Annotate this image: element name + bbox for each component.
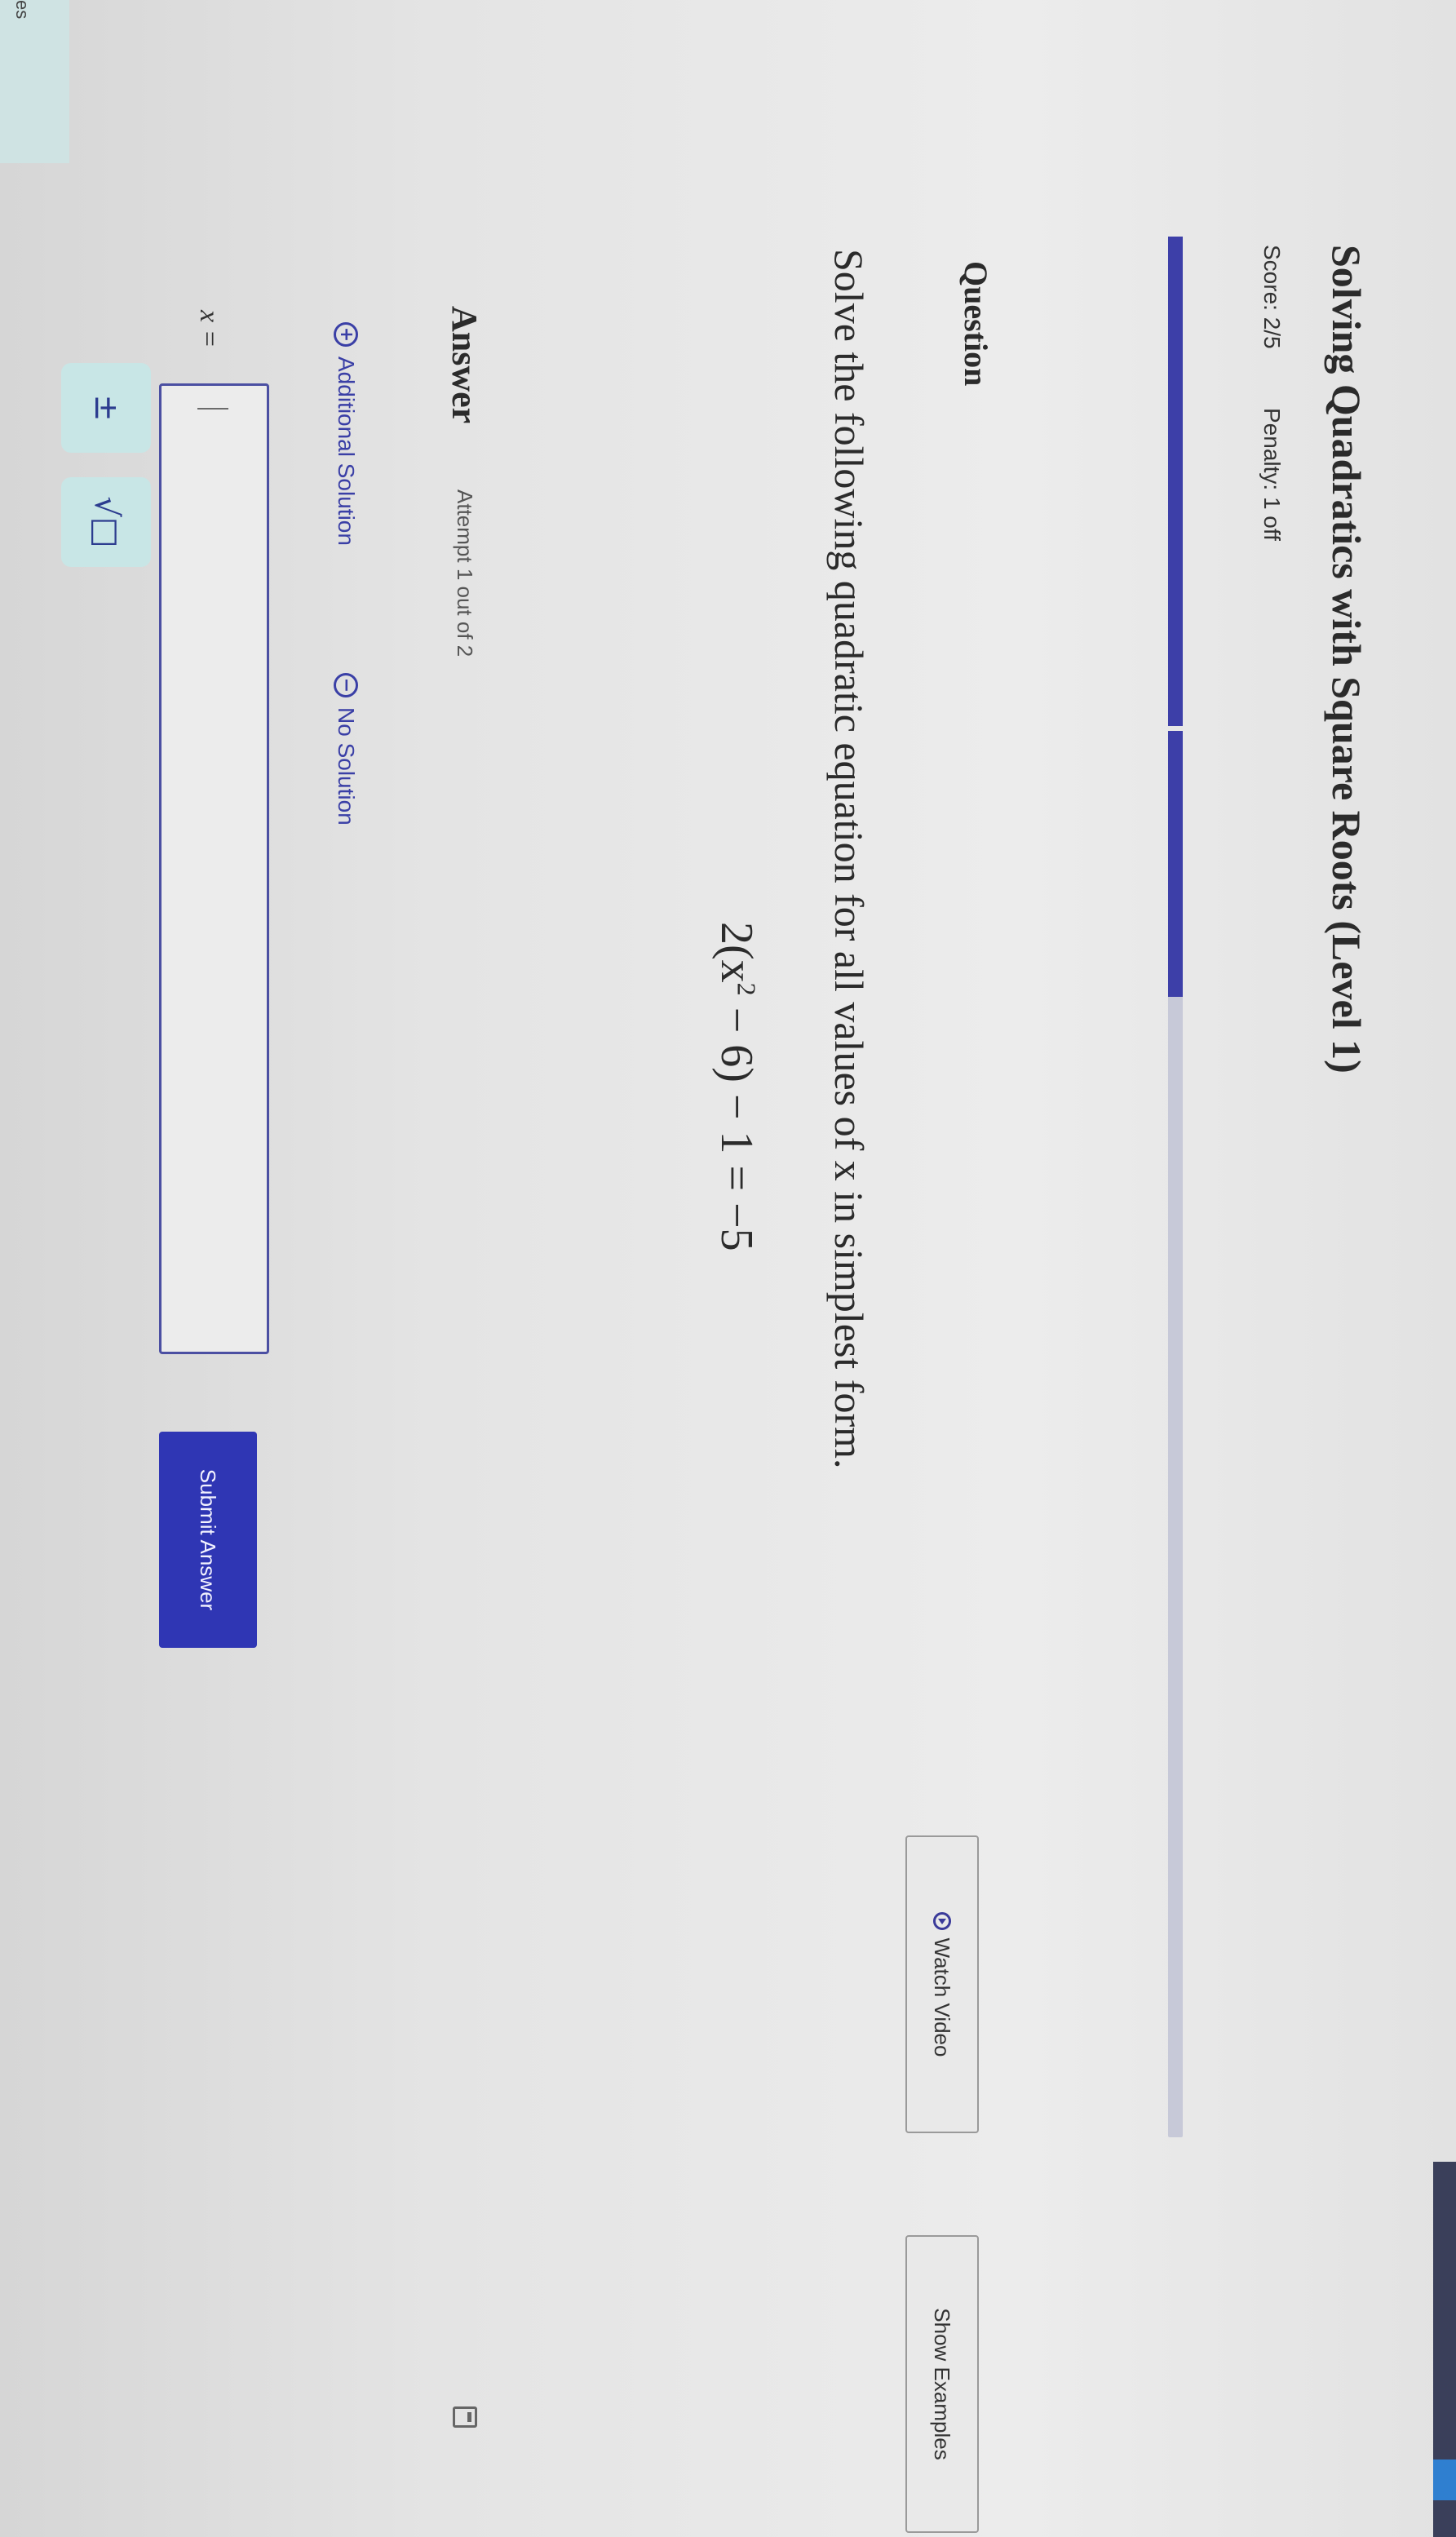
play-icon — [933, 1911, 951, 1930]
equation-right: − 6) − 1 = −5 — [711, 995, 762, 1251]
additional-solution-button[interactable]: + Additional Solution — [333, 322, 359, 546]
additional-solution-label: Additional Solution — [334, 356, 359, 546]
score-label: Score: 2/5 — [1259, 245, 1285, 349]
show-examples-label: Show Examples — [930, 2308, 955, 2460]
side-label: es — [12, 0, 33, 20]
penalty-label: Penalty: 1 off — [1259, 408, 1285, 541]
show-examples-button[interactable]: Show Examples — [905, 2235, 979, 2533]
question-heading: Question — [958, 261, 994, 387]
equation-left: 2(x — [711, 922, 762, 983]
text-caret — [197, 408, 228, 410]
calculator-icon[interactable] — [453, 2406, 477, 2428]
square-root-key[interactable]: √□ — [61, 477, 151, 567]
question-prompt: Solve the following quadratic equation f… — [826, 249, 872, 1469]
no-solution-button[interactable]: − No Solution — [333, 673, 359, 826]
equation: 2(x2 − 6) − 1 = −5 — [710, 922, 763, 1251]
equation-exponent: 2 — [732, 982, 762, 996]
answer-heading: Answer — [445, 306, 485, 424]
page-title: Solving Quadratics with Square Roots (Le… — [1324, 245, 1370, 1074]
plus-minus-key[interactable]: ± — [61, 363, 151, 453]
minus-circle-icon: − — [334, 673, 358, 697]
variable-label: x = — [194, 310, 224, 348]
progress-bar — [1168, 237, 1183, 2137]
plus-circle-icon: + — [334, 322, 358, 347]
submit-answer-button[interactable]: Submit Answer — [159, 1432, 257, 1648]
page: es Solving Quadratics with Square Roots … — [0, 0, 1456, 2537]
progress-fill — [1168, 237, 1183, 997]
no-solution-label: No Solution — [334, 707, 359, 826]
screen: es Solving Quadratics with Square Roots … — [0, 0, 1456, 2537]
progress-divider — [1168, 726, 1183, 731]
system-bar-accent — [1433, 2460, 1456, 2500]
side-tab[interactable] — [0, 0, 69, 163]
watch-video-button[interactable]: Watch Video — [905, 1835, 979, 2133]
answer-input[interactable] — [159, 383, 269, 1354]
watch-video-label: Watch Video — [930, 1937, 955, 2057]
attempt-label: Attempt 1 out of 2 — [453, 489, 477, 657]
